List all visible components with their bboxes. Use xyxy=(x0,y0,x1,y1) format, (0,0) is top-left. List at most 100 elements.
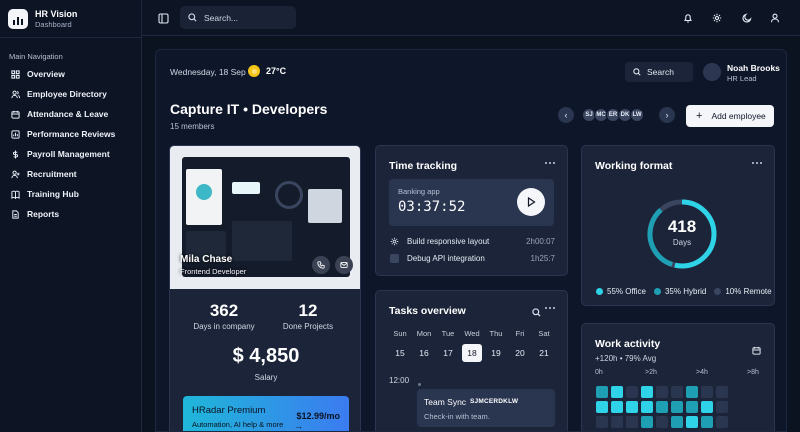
premium-price: $12.99/mo xyxy=(296,411,340,421)
phone-icon xyxy=(317,261,325,269)
heatmap-cell xyxy=(686,386,698,398)
event-attendees: SJMCERDKLW xyxy=(470,398,519,405)
calendar-date[interactable]: 16 xyxy=(414,344,434,362)
calendar-date-selected[interactable]: 18 xyxy=(462,344,482,362)
legend-dot-hybrid xyxy=(653,288,661,295)
prev-members-button[interactable]: ‹ xyxy=(558,107,574,123)
calendar-date[interactable]: 17 xyxy=(438,344,458,362)
sidebar-item-attendance[interactable]: Attendance & Leave xyxy=(0,104,141,124)
sidebar-toggle-icon[interactable] xyxy=(156,11,170,25)
user-icon[interactable] xyxy=(769,12,781,24)
task-row[interactable]: Build responsive layout 2h00:07 xyxy=(390,235,555,247)
gear-icon[interactable] xyxy=(711,12,723,24)
checkbox-icon[interactable] xyxy=(390,253,399,263)
heatmap-cell xyxy=(686,401,698,413)
done-projects-value: 12 xyxy=(298,301,318,320)
sidebar-item-performance[interactable]: Performance Reviews xyxy=(0,124,141,144)
heatmap-cell xyxy=(611,386,623,398)
salary-value: $ 4,850 xyxy=(232,345,300,367)
mail-button[interactable] xyxy=(335,256,353,274)
heatmap-cell xyxy=(716,401,728,413)
weekday-label: Fri xyxy=(515,329,525,338)
play-icon xyxy=(527,197,536,207)
heatmap-cell xyxy=(671,386,683,398)
task-label: Debug API integration xyxy=(407,253,485,263)
legend-remote: 10% Remote xyxy=(725,287,772,296)
weekday-label: Sun xyxy=(393,329,407,338)
add-employee-button[interactable]: + Add employee xyxy=(686,105,774,127)
sidebar-item-recruitment[interactable]: Recruitment xyxy=(0,164,141,184)
heatmap-cell xyxy=(656,416,668,428)
heatmap-cell xyxy=(596,401,608,413)
event-title: Team Sync xyxy=(424,397,467,407)
phone-button[interactable] xyxy=(312,256,330,274)
days-in-company-label: Days in company xyxy=(193,322,255,331)
grid-icon xyxy=(11,69,20,79)
mail-icon xyxy=(340,262,348,268)
header-search-label: Search xyxy=(647,67,674,77)
search-input[interactable]: Search... xyxy=(180,6,296,29)
heatmap-cell xyxy=(701,386,713,398)
timer-panel: Banking app 03:37:52 xyxy=(389,179,554,226)
work-activity-card: Work activity +120h • 79% Avg 0h >2h >4h… xyxy=(581,323,775,431)
sidebar-item-label: Reports xyxy=(27,209,60,219)
task-row[interactable]: Debug API integration 1h25:7 xyxy=(390,252,555,264)
team-title: Capture IT • Developers xyxy=(170,101,328,117)
bell-icon[interactable] xyxy=(682,12,694,24)
salary-label: Salary xyxy=(254,373,278,382)
heatmap-cell xyxy=(611,416,623,428)
search-icon[interactable] xyxy=(532,308,541,317)
calendar-date[interactable]: 20 xyxy=(510,344,530,362)
calendar-date[interactable]: 21 xyxy=(534,344,554,362)
brand[interactable]: HR Vision Dashboard xyxy=(0,0,141,38)
total-days-unit: Days xyxy=(672,238,692,247)
sidebar-item-label: Employee Directory xyxy=(27,89,107,99)
legend-dot-office xyxy=(596,288,603,295)
scale-label: >2h xyxy=(645,369,657,376)
heatmap-cell xyxy=(596,416,608,428)
more-icon[interactable] xyxy=(545,162,555,165)
legend-hybrid: 35% Hybrid xyxy=(664,287,707,296)
event-description: Check-in with team. xyxy=(424,412,490,421)
sidebar-item-overview[interactable]: Overview xyxy=(0,64,141,84)
weekday-label: Sat xyxy=(538,329,550,338)
add-employee-label: Add employee xyxy=(711,111,766,121)
task-label: Build responsive layout xyxy=(407,236,490,246)
heatmap-cell xyxy=(716,416,728,428)
more-icon[interactable] xyxy=(752,162,762,165)
sidebar-item-payroll[interactable]: Payroll Management xyxy=(0,144,141,164)
calendar-icon[interactable] xyxy=(752,346,761,355)
bar-chart-logo-icon xyxy=(8,8,28,29)
sidebar-item-training[interactable]: Training Hub xyxy=(0,184,141,204)
gear-icon xyxy=(390,237,399,245)
sidebar-item-label: Overview xyxy=(27,69,65,79)
chart-icon xyxy=(11,129,20,139)
done-projects-label: Done Projects xyxy=(282,322,334,331)
heatmap-cell xyxy=(671,416,683,428)
sidebar-item-reports[interactable]: Reports xyxy=(0,204,141,224)
moon-icon[interactable] xyxy=(741,12,753,24)
heatmap-cell xyxy=(671,401,683,413)
event-card[interactable]: Team Sync SJMCERDKLW Check-in with team. xyxy=(417,389,555,427)
sidebar-item-label: Training Hub xyxy=(27,189,79,199)
brand-subtitle: Dashboard xyxy=(35,19,72,29)
users-icon xyxy=(11,90,20,98)
sidebar-item-label: Attendance & Leave xyxy=(27,109,109,119)
next-members-button[interactable]: › xyxy=(659,107,675,123)
team-member-count: 15 members xyxy=(170,122,215,131)
sidebar: HR Vision Dashboard Main Navigation Over… xyxy=(0,0,142,432)
time-slot-label: 12:00 xyxy=(389,376,410,385)
arrow-right-icon: → xyxy=(294,421,303,431)
profile-card: Mila Chase Frontend Developer 362 Days i… xyxy=(169,145,361,431)
avatar[interactable]: LW xyxy=(630,108,644,122)
heatmap-cell xyxy=(611,401,623,413)
premium-banner[interactable]: HRadar Premium $12.99/mo Automation, AI … xyxy=(183,396,349,431)
more-icon[interactable] xyxy=(545,307,555,310)
sidebar-item-employee-directory[interactable]: Employee Directory xyxy=(0,84,141,104)
user-avatar[interactable] xyxy=(703,63,721,81)
tasks-overview-title: Tasks overview xyxy=(389,305,466,317)
calendar-date[interactable]: 15 xyxy=(390,344,410,362)
header-search-button[interactable]: Search xyxy=(625,62,693,82)
calendar-date[interactable]: 19 xyxy=(486,344,506,362)
play-button[interactable] xyxy=(517,188,545,216)
